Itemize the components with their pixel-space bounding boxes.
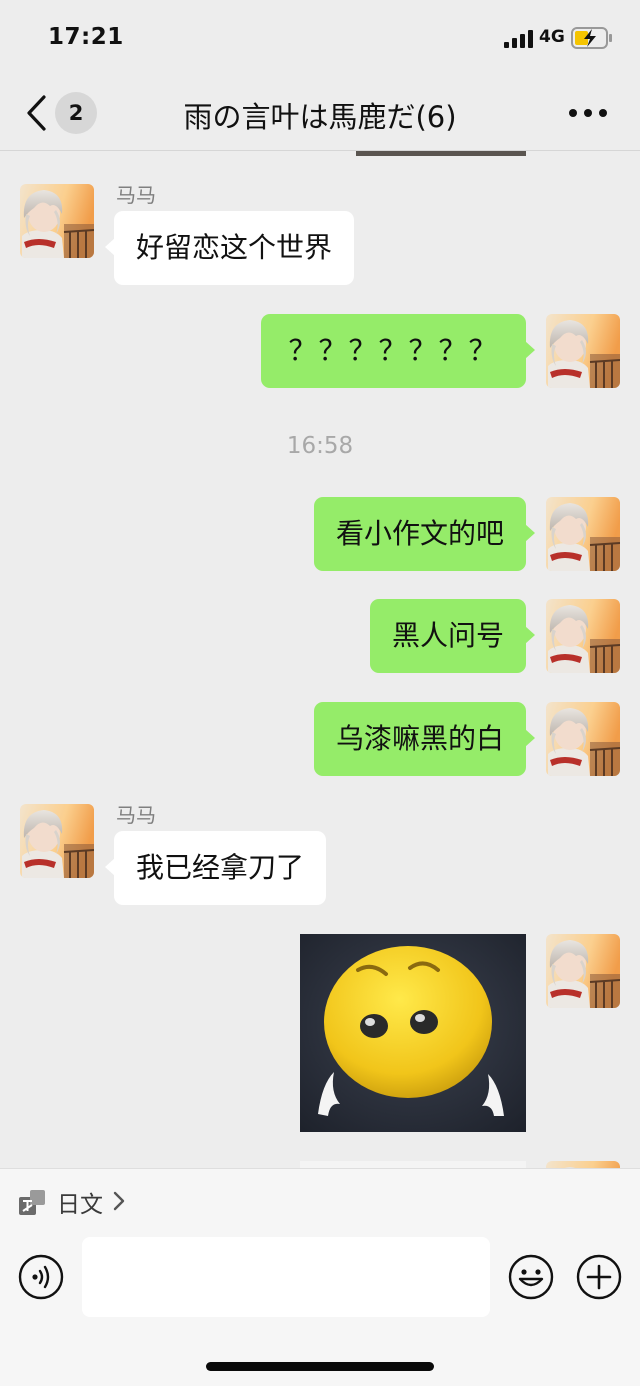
incoming-message-bubble[interactable]: 我已经拿刀了 bbox=[104, 831, 327, 905]
translation-bar[interactable]: 日文 bbox=[0, 1168, 640, 1231]
status-bar: 17:21 4G bbox=[0, 0, 640, 76]
chat-title: 雨の言叶は馬鹿だ(6) bbox=[183, 100, 457, 134]
avatar[interactable] bbox=[546, 314, 620, 388]
avatar[interactable] bbox=[546, 934, 620, 1008]
sender-name: 马马 bbox=[116, 803, 156, 827]
incoming-message-bubble[interactable]: 好留恋这个世界 bbox=[104, 211, 355, 285]
battery-charging-icon bbox=[571, 27, 612, 49]
unread-count-badge[interactable]: 2 bbox=[55, 92, 97, 134]
network-type: 4G bbox=[539, 27, 565, 47]
ellipsis-icon[interactable] bbox=[566, 100, 610, 126]
home-indicator[interactable] bbox=[206, 1362, 434, 1371]
emoji-sticker-image[interactable] bbox=[300, 934, 526, 1132]
sender-name: 马马 bbox=[116, 183, 156, 207]
timestamp-divider: 16:58 bbox=[286, 433, 354, 459]
voice-icon[interactable] bbox=[18, 1254, 64, 1300]
plus-icon[interactable] bbox=[576, 1254, 622, 1300]
partial-image-message[interactable] bbox=[356, 151, 526, 156]
message-list[interactable]: 马马 好留恋这个世界 ？？？？？？？ 16:58 看小作文的吧 黑人问号 乌漆嘛… bbox=[0, 151, 640, 1168]
status-time: 17:21 bbox=[48, 24, 124, 50]
outgoing-message-bubble[interactable]: 看小作文的吧 bbox=[313, 497, 536, 571]
message-input[interactable] bbox=[82, 1237, 490, 1317]
chevron-left-icon[interactable] bbox=[24, 94, 50, 132]
emoji-icon[interactable] bbox=[508, 1254, 554, 1300]
translate-icon bbox=[19, 1190, 45, 1215]
signal-icon bbox=[504, 30, 533, 48]
translate-language-label[interactable]: 日文 bbox=[57, 1185, 103, 1219]
avatar[interactable] bbox=[20, 184, 94, 258]
avatar[interactable] bbox=[546, 702, 620, 776]
avatar[interactable] bbox=[20, 804, 94, 878]
outgoing-message-bubble[interactable]: 黑人问号 bbox=[369, 599, 536, 673]
outgoing-message-bubble[interactable]: 乌漆嘛黑的白 bbox=[313, 702, 536, 776]
avatar[interactable] bbox=[546, 497, 620, 571]
chevron-right-icon[interactable] bbox=[112, 1190, 126, 1212]
outgoing-message-bubble[interactable]: ？？？？？？？ bbox=[261, 314, 535, 388]
avatar[interactable] bbox=[546, 1161, 620, 1168]
chat-header: 2 雨の言叶は馬鹿だ(6) bbox=[0, 76, 640, 151]
avatar[interactable] bbox=[546, 599, 620, 673]
partial-image-message[interactable] bbox=[300, 1161, 526, 1168]
